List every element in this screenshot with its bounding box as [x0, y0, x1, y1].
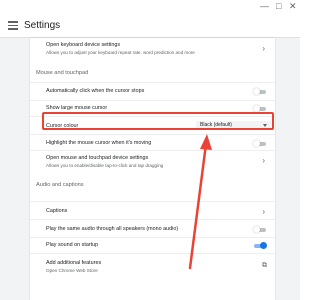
settings-window: — □ ✕ Settings Open keyboard device sett… — [0, 0, 300, 300]
annotation-arrow-icon — [188, 134, 212, 270]
